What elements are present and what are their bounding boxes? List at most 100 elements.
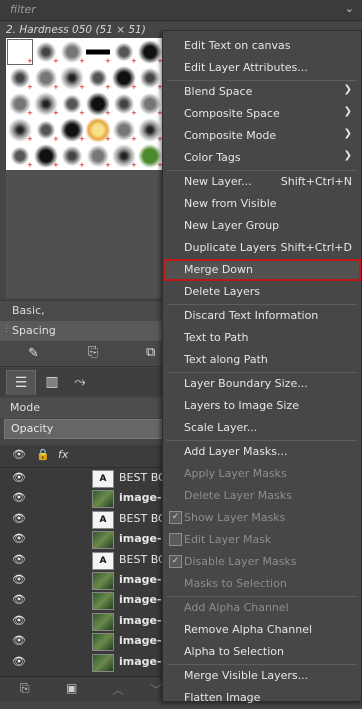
menu-item-add-layer-masks[interactable]: Add Layer Masks... xyxy=(163,441,361,463)
menu-item-flatten-image[interactable]: Flatten Image xyxy=(163,687,361,709)
chevron-down-icon[interactable]: ⌄ xyxy=(345,2,354,15)
duplicate-brush-icon[interactable]: ⧉ xyxy=(146,345,155,360)
brush-thumbnail[interactable]: + xyxy=(60,66,85,91)
eye-icon[interactable]: 👁 xyxy=(12,614,26,627)
layer-row[interactable]: 👁 A BEST BC xyxy=(0,550,166,570)
layers-tab-icon[interactable]: ☰ xyxy=(6,370,36,395)
brush-thumbnail[interactable]: + xyxy=(60,118,85,143)
menu-item-scale-layer[interactable]: Scale Layer... xyxy=(163,417,361,439)
eye-icon[interactable]: 👁 xyxy=(12,532,26,545)
menu-item-composite-mode[interactable]: Composite Mode ❯ xyxy=(163,125,361,147)
menu-item-new-layer[interactable]: New Layer... Shift+Ctrl+N xyxy=(163,171,361,193)
spacing-slider[interactable]: ⋮ Spacing xyxy=(0,321,162,341)
brush-thumbnail[interactable]: + xyxy=(34,40,59,65)
menu-item-composite-space[interactable]: Composite Space ❯ xyxy=(163,103,361,125)
menu-item-alpha-to-selection[interactable]: Alpha to Selection xyxy=(163,641,361,663)
menu-item-new-from-visible[interactable]: New from Visible xyxy=(163,193,361,215)
brush-thumbnail[interactable]: + xyxy=(112,40,137,65)
brush-thumbnail[interactable]: + xyxy=(8,92,33,117)
brush-thumbnail[interactable]: + xyxy=(86,66,111,91)
brush-thumbnail[interactable]: + xyxy=(138,118,163,143)
menu-item-discard-text-information[interactable]: Discard Text Information xyxy=(163,305,361,327)
menu-item-edit-text-on-canvas[interactable]: Edit Text on canvas xyxy=(163,35,361,57)
brush-thumbnail[interactable]: + xyxy=(112,118,137,143)
brush-thumbnail[interactable]: + xyxy=(86,118,111,143)
menu-item-apply-layer-masks[interactable]: Apply Layer Masks xyxy=(163,463,361,485)
brush-thumbnail[interactable]: + xyxy=(86,92,111,117)
menu-item-add-alpha-channel[interactable]: Add Alpha Channel xyxy=(163,597,361,619)
brush-thumbnail[interactable]: + xyxy=(86,144,111,169)
brush-thumbnail[interactable]: + xyxy=(34,92,59,117)
menu-item-edit-layer-attributes[interactable]: Edit Layer Attributes... xyxy=(163,57,361,79)
new-layer-group-icon[interactable]: ▣ xyxy=(66,681,77,695)
menu-item-remove-alpha-channel[interactable]: Remove Alpha Channel xyxy=(163,619,361,641)
brush-thumbnail[interactable]: + xyxy=(34,144,59,169)
brush-preset-row[interactable]: Basic, xyxy=(0,300,162,321)
checkbox-icon[interactable] xyxy=(169,533,182,546)
brush-thumbnail[interactable]: + xyxy=(34,66,59,91)
lock-icon[interactable]: 🔒 xyxy=(36,448,50,461)
brush-thumbnail[interactable]: + xyxy=(112,92,137,117)
layer-row[interactable]: 👁 image-C xyxy=(0,652,170,672)
menu-item-delete-layers[interactable]: Delete Layers xyxy=(163,281,361,303)
brush-thumbnail[interactable]: + xyxy=(138,40,163,65)
brush-grid[interactable]: + + + + + + + + + + + + + + + + + + + + + + + + + + + + + + xyxy=(6,38,166,170)
edit-brush-icon[interactable]: ✎ xyxy=(28,346,39,361)
checkbox-icon[interactable]: ✓ xyxy=(169,555,182,568)
menu-item-show-layer-masks[interactable]: ✓ Show Layer Masks xyxy=(163,507,361,529)
menu-item-delete-layer-masks[interactable]: Delete Layer Masks xyxy=(163,485,361,507)
menu-item-masks-to-selection[interactable]: Masks to Selection xyxy=(163,573,361,595)
brush-thumbnail[interactable]: + xyxy=(112,66,137,91)
eye-icon[interactable]: 👁 xyxy=(12,491,26,504)
layer-row[interactable]: 👁 image-C xyxy=(0,529,170,550)
brush-thumbnail[interactable]: + xyxy=(138,92,163,117)
eye-icon[interactable]: 👁 xyxy=(12,634,26,647)
menu-item-merge-down[interactable]: Merge Down xyxy=(163,259,361,281)
menu-item-text-to-path[interactable]: Text to Path xyxy=(163,327,361,349)
new-layer-icon[interactable]: ⎘ xyxy=(20,681,30,696)
layer-row[interactable]: 👁 image-C xyxy=(0,570,170,590)
new-brush-icon[interactable]: ⎘ xyxy=(88,345,98,360)
brush-thumbnail[interactable]: + xyxy=(8,66,33,91)
layer-row[interactable]: 👁 A BEST BC xyxy=(0,468,166,488)
brush-thumbnail[interactable]: + xyxy=(60,40,85,65)
menu-item-blend-space[interactable]: Blend Space ❯ xyxy=(163,81,361,103)
menu-item-layer-boundary-size[interactable]: Layer Boundary Size... xyxy=(163,373,361,395)
eye-icon[interactable]: 👁 xyxy=(12,593,26,606)
brush-thumbnail[interactable]: + xyxy=(112,144,137,169)
eye-icon[interactable]: 👁 xyxy=(12,655,26,668)
menu-item-duplicate-layers[interactable]: Duplicate Layers Shift+Ctrl+D xyxy=(163,237,361,259)
brush-thumbnail[interactable]: + xyxy=(8,118,33,143)
brush-thumbnail[interactable]: + xyxy=(7,39,33,65)
channels-tab-icon[interactable]: ▥ xyxy=(38,370,66,394)
eye-icon[interactable]: 👁 xyxy=(12,471,26,484)
raise-layer-icon[interactable]: ︿ xyxy=(112,681,124,698)
menu-item-text-along-path[interactable]: Text along Path xyxy=(163,349,361,371)
paths-tab-icon[interactable]: ⤳ xyxy=(66,370,94,394)
brush-thumbnail[interactable]: + xyxy=(8,144,33,169)
menu-item-color-tags[interactable]: Color Tags ❯ xyxy=(163,147,361,169)
lower-layer-icon[interactable]: ﹀ xyxy=(150,681,162,698)
layer-row[interactable]: 👁 image-C xyxy=(0,631,170,652)
brush-thumbnail[interactable]: + xyxy=(138,66,163,91)
menu-item-new-layer-group[interactable]: New Layer Group xyxy=(163,215,361,237)
menu-item-layers-to-image-size[interactable]: Layers to Image Size xyxy=(163,395,361,417)
menu-item-merge-visible-layers[interactable]: Merge Visible Layers... xyxy=(163,665,361,687)
mode-selector[interactable]: Mode xyxy=(0,398,162,418)
filter-input[interactable]: filter xyxy=(10,3,36,16)
menu-item-edit-layer-mask[interactable]: Edit Layer Mask xyxy=(163,529,361,551)
brush-thumbnail[interactable]: + xyxy=(86,40,111,65)
fx-icon[interactable]: fx xyxy=(58,448,68,461)
checkbox-icon[interactable]: ✓ xyxy=(169,511,182,524)
brush-thumbnail[interactable]: + xyxy=(60,144,85,169)
layer-row[interactable]: 👁 A BEST BC xyxy=(0,509,166,529)
layer-row[interactable]: 👁 image-C xyxy=(0,611,170,631)
eye-icon[interactable]: 👁 xyxy=(12,512,26,525)
eye-icon[interactable]: 👁 xyxy=(12,448,26,461)
opacity-slider[interactable]: Opacity xyxy=(4,419,164,439)
layer-row[interactable]: 👁 image-C xyxy=(0,590,170,611)
brush-thumbnail[interactable]: + xyxy=(60,92,85,117)
menu-item-disable-layer-masks[interactable]: ✓ Disable Layer Masks xyxy=(163,551,361,573)
eye-icon[interactable]: 👁 xyxy=(12,573,26,586)
brush-thumbnail[interactable]: + xyxy=(34,118,59,143)
